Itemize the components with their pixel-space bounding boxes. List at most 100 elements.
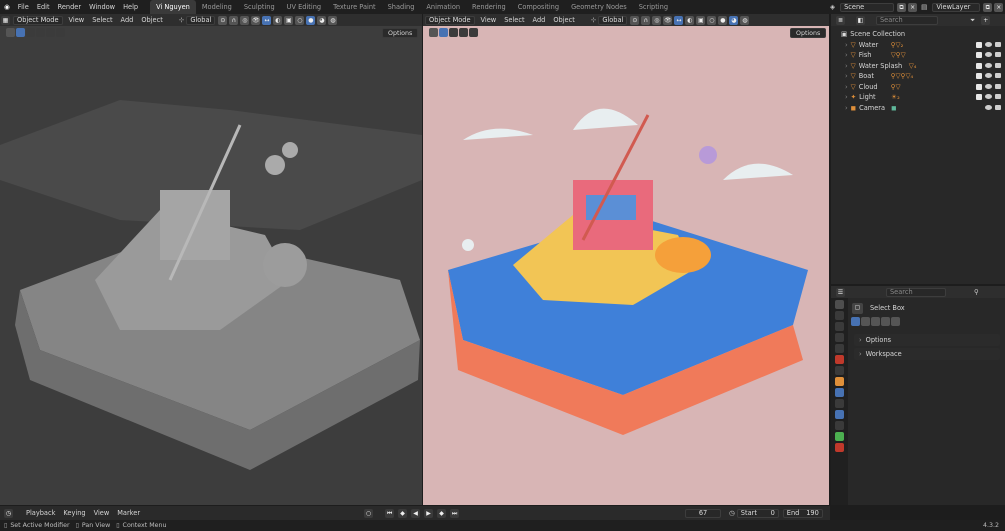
start-frame-field[interactable]: Start 0 bbox=[736, 508, 779, 518]
right-xray-icon[interactable]: ▣ bbox=[696, 15, 706, 25]
data-tab-icon[interactable] bbox=[835, 432, 844, 441]
snap-icon[interactable]: ∩ bbox=[229, 15, 239, 25]
right-select-invert-icon[interactable] bbox=[469, 27, 478, 37]
material-tab-icon[interactable] bbox=[835, 443, 844, 452]
mode-invert-icon[interactable] bbox=[881, 317, 890, 326]
world-tab-icon[interactable] bbox=[835, 355, 844, 364]
left-options-button[interactable]: Options bbox=[382, 28, 419, 38]
tab-compositing[interactable]: Compositing bbox=[512, 0, 565, 14]
expand-arrow-icon[interactable]: › bbox=[845, 72, 848, 80]
right-menu-view[interactable]: View bbox=[477, 14, 501, 26]
output-tab-icon[interactable] bbox=[835, 322, 844, 331]
scene-collection-row[interactable]: ▣ Scene Collection bbox=[831, 29, 1005, 40]
tab-shading[interactable]: Shading bbox=[382, 0, 421, 14]
tab-sculpting[interactable]: Sculpting bbox=[238, 0, 281, 14]
eye-icon[interactable] bbox=[985, 41, 992, 47]
outliner-item-camera[interactable]: › ◼ Camera ◼ bbox=[831, 103, 1005, 114]
mode-set-icon[interactable] bbox=[851, 317, 860, 326]
pin-icon[interactable]: ⚲ bbox=[974, 288, 979, 296]
mode-extend-icon[interactable] bbox=[861, 317, 870, 326]
render-tab-icon[interactable] bbox=[835, 311, 844, 320]
solid-shading-icon[interactable]: ● bbox=[306, 15, 316, 25]
tool-tab-icon[interactable] bbox=[835, 300, 844, 309]
left-menu-object[interactable]: Object bbox=[137, 14, 166, 26]
menu-edit[interactable]: Edit bbox=[33, 0, 54, 14]
render-icon[interactable] bbox=[995, 52, 1001, 58]
options-section[interactable]: › Options bbox=[854, 334, 1000, 346]
tab-geometry-nodes[interactable]: Geometry Nodes bbox=[565, 0, 633, 14]
display-mode-icon[interactable]: ◧ bbox=[856, 15, 865, 25]
constraints-tab-icon[interactable] bbox=[835, 421, 844, 430]
right-snap-icon[interactable]: ∩ bbox=[641, 15, 651, 25]
expand-arrow-icon[interactable]: › bbox=[845, 51, 848, 59]
right-solid-icon[interactable]: ● bbox=[718, 15, 728, 25]
new-collection-icon[interactable]: + bbox=[981, 15, 991, 25]
menu-file[interactable]: File bbox=[14, 0, 33, 14]
right-proportional-icon[interactable]: ◎ bbox=[652, 15, 662, 25]
editor-type-icon[interactable]: ▦ bbox=[1, 15, 10, 25]
right-rendered-icon[interactable]: ◍ bbox=[740, 15, 750, 25]
timeline-editor-icon[interactable]: ◷ bbox=[4, 508, 13, 518]
view-layer-tab-icon[interactable] bbox=[835, 333, 844, 342]
outliner-item-water-splash[interactable]: › ▽ Water Splash ▽₄ bbox=[831, 61, 1005, 72]
right-visibility-icon[interactable]: 👁 bbox=[663, 15, 673, 25]
delete-scene-icon[interactable]: × bbox=[908, 2, 918, 12]
right-viewport[interactable]: Object Mode View Select Add Object ⊹ Glo… bbox=[423, 14, 829, 505]
gizmo-icon[interactable]: ↔ bbox=[262, 15, 272, 25]
eye-icon[interactable] bbox=[985, 62, 992, 68]
blender-logo-icon[interactable]: ◉ bbox=[0, 0, 14, 14]
menu-window[interactable]: Window bbox=[85, 0, 119, 14]
outliner-item-fish[interactable]: › ▽ Fish ▽⚲▽ bbox=[831, 50, 1005, 61]
mode-dropdown[interactable]: Object Mode bbox=[13, 15, 63, 25]
left-menu-add[interactable]: Add bbox=[117, 14, 138, 26]
new-scene-icon[interactable]: ⧉ bbox=[897, 2, 907, 12]
workspace-section[interactable]: › Workspace bbox=[854, 348, 1000, 360]
object-tab-icon[interactable] bbox=[835, 377, 844, 386]
timeline-menu-view[interactable]: View bbox=[90, 506, 114, 520]
right-select-extend-icon[interactable] bbox=[449, 27, 458, 37]
physics-tab-icon[interactable] bbox=[835, 410, 844, 419]
right-options-button[interactable]: Options bbox=[790, 28, 827, 38]
select-subtract-icon[interactable] bbox=[36, 27, 45, 37]
tab-animation[interactable]: Animation bbox=[420, 0, 466, 14]
expand-arrow-icon[interactable]: › bbox=[845, 93, 848, 101]
overlay-icon[interactable]: ◐ bbox=[273, 15, 283, 25]
include-checkbox[interactable] bbox=[976, 83, 982, 90]
filter-icon[interactable]: ⏷ bbox=[970, 16, 975, 25]
render-icon[interactable] bbox=[995, 94, 1001, 100]
modifier-tab-icon[interactable] bbox=[835, 388, 844, 397]
mode-subtract-icon[interactable] bbox=[871, 317, 880, 326]
scene-tab-icon[interactable] bbox=[835, 344, 844, 353]
tab-vi-nguyen[interactable]: Vi Nguyen bbox=[150, 0, 196, 14]
viewlayer-field[interactable]: ViewLayer bbox=[932, 2, 981, 12]
eye-icon[interactable] bbox=[985, 83, 992, 89]
right-gizmo-icon[interactable]: ↔ bbox=[674, 15, 684, 25]
auto-keying-icon[interactable]: ○ bbox=[364, 508, 374, 518]
current-frame-field[interactable]: 67 bbox=[685, 508, 722, 518]
right-material-icon[interactable]: ◕ bbox=[729, 15, 739, 25]
select-invert-icon[interactable] bbox=[46, 27, 55, 37]
tab-scripting[interactable]: Scripting bbox=[633, 0, 674, 14]
outliner-search[interactable]: Search bbox=[876, 15, 938, 25]
expand-arrow-icon[interactable]: › bbox=[845, 41, 848, 49]
eye-icon[interactable] bbox=[985, 73, 992, 79]
orientation-dropdown[interactable]: Global bbox=[186, 15, 216, 25]
expand-arrow-icon[interactable]: › bbox=[845, 83, 848, 91]
material-shading-icon[interactable]: ◕ bbox=[317, 15, 327, 25]
outliner-item-boat[interactable]: › ▽ Boat ⚲▽⚲▽₄ bbox=[831, 71, 1005, 82]
include-checkbox[interactable] bbox=[976, 41, 982, 48]
right-orientation-dropdown[interactable]: Global bbox=[598, 15, 628, 25]
eye-icon[interactable] bbox=[985, 52, 992, 58]
xray-icon[interactable]: ▣ bbox=[284, 15, 294, 25]
eye-icon[interactable] bbox=[985, 105, 992, 111]
jump-end-icon[interactable]: ⏭ bbox=[450, 508, 460, 518]
outliner-editor-icon[interactable]: ≣ bbox=[836, 15, 845, 25]
timeline-menu-marker[interactable]: Marker bbox=[113, 506, 144, 520]
play-reverse-icon[interactable]: ◀ bbox=[411, 508, 421, 518]
tab-modeling[interactable]: Modeling bbox=[196, 0, 238, 14]
left-menu-view[interactable]: View bbox=[65, 14, 89, 26]
wireframe-shading-icon[interactable]: ○ bbox=[295, 15, 305, 25]
expand-arrow-icon[interactable]: › bbox=[845, 62, 848, 70]
outliner-item-water[interactable]: › ▽ Water ⚲▽₂ bbox=[831, 40, 1005, 51]
mode-intersect-icon[interactable] bbox=[891, 317, 900, 326]
